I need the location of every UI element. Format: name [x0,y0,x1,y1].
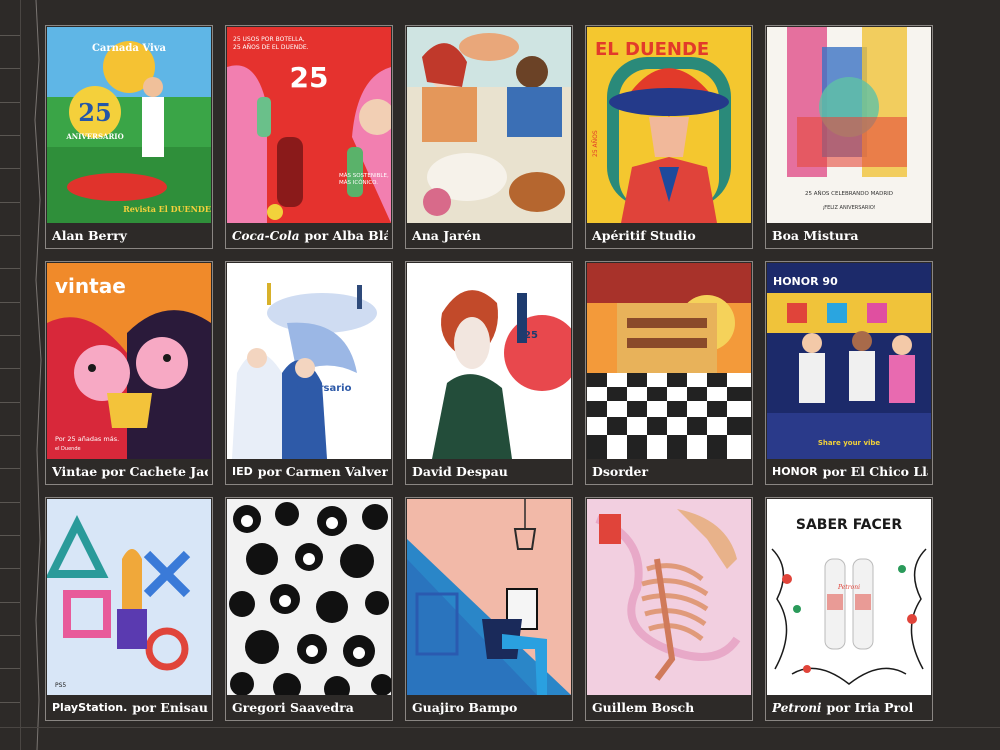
art-title: Carnada Viva [92,43,167,54]
poster-image: SABER FACER Petroni [767,499,931,695]
art-line-1: 25 AÑOS CELEBRANDO MADRID [805,190,893,197]
artist-name: David Despau [412,464,508,479]
divider-line [0,727,1000,728]
artist-name: Apéritif Studio [592,228,696,243]
art-slogan: Share your vibe [818,439,881,447]
artist-name: por Alba Blázquez [304,228,388,243]
poster-image: 25 [407,263,571,459]
artist-name: Boa Mistura [772,228,859,243]
art-subtitle: 25 AÑOS [592,130,599,157]
poster-card[interactable]: 25 AÑOS CELEBRANDO MADRID ¡FELIZ ANIVERS… [765,25,933,249]
poster-image: EL DUENDE 25 AÑOS [587,27,751,223]
art-line-2: ¡FELIZ ANIVERSARIO! [822,205,876,211]
artist-name: por Carmen Valverde [257,464,388,479]
poster-image [587,263,751,459]
poster-image: PS5 [47,499,211,695]
artist-name: Guajiro Bampo [412,700,518,715]
art-brand: Revista El DUENDE [123,204,211,214]
ied-logo: IED [232,465,253,478]
petroni-logo: Petroni [772,700,822,715]
artist-name: Dsorder [592,464,649,479]
poster-card[interactable]: PS5 PlayStation. por Enisaurus [45,497,213,721]
side-ruler [0,0,21,750]
poster-image: Carnada Viva 25 ANIVERSARIO Revista El D… [47,27,211,223]
art-number: 25 [524,330,538,341]
art-title: vintae [55,274,126,298]
poster-card[interactable]: 25 David Despau [405,261,573,485]
artist-name: Gregori Saavedra [232,700,354,715]
poster-image: HONOR 90 Share your vibe [767,263,931,459]
artist-name: Ana Jarén [412,228,481,243]
torn-paper-edge [34,0,42,750]
poster-image [587,499,751,695]
poster-card[interactable]: Gregori Saavedra [225,497,393,721]
art-console: PS5 [55,682,66,689]
art-title: HONOR 90 [773,275,838,288]
art-bottle-label: Petroni [837,584,860,591]
poster-image: Aniversario [227,263,391,459]
poster-image [407,499,571,695]
art-line-1: Por 25 añadas más. [55,435,119,443]
art-title: SABER FACER [796,517,902,533]
poster-card[interactable]: vintae Por 25 añadas más. el Duende Vint… [45,261,213,485]
art-line-2: el Duende [55,446,81,452]
art-number: 25 [78,98,111,127]
artist-name: por El Chico Llama [822,464,928,479]
artist-name: Guillem Bosch [592,700,695,715]
poster-card[interactable]: Aniversario IED por Carmen Valverde [225,261,393,485]
art-line-4: MÁS ICÓNICO. [339,179,378,186]
poster-image [407,27,571,223]
poster-image: 25 AÑOS CELEBRANDO MADRID ¡FELIZ ANIVERS… [767,27,931,223]
artist-name: Alan Berry [52,228,127,243]
poster-card[interactable]: 25 USOS POR BOTELLA, 25 AÑOS DE EL DUEND… [225,25,393,249]
playstation-logo: PlayStation. [52,701,128,714]
poster-card[interactable]: EL DUENDE 25 AÑOS Apéritif Studio [585,25,753,249]
artist-name: por Enisaurus [132,700,208,715]
art-line-2: 25 AÑOS DE EL DUENDE. [233,44,309,51]
poster-card[interactable]: Ana Jarén [405,25,573,249]
poster-card[interactable]: SABER FACER Petroni Petroni por Iria Prol [765,497,933,721]
poster-card[interactable]: HONOR 90 Share your vibe HONOR por El Chi… [765,261,933,485]
poster-image: 25 USOS POR BOTELLA, 25 AÑOS DE EL DUEND… [227,27,391,223]
art-title: Aniversario [287,383,352,394]
poster-card[interactable]: Guillem Bosch [585,497,753,721]
art-subtitle: ANIVERSARIO [65,132,123,141]
poster-card[interactable]: Guajiro Bampo [405,497,573,721]
art-number: 25 [290,61,329,94]
poster-image: vintae Por 25 añadas más. el Duende [47,263,211,459]
artist-name: Vintae por Cachete Jack [52,464,208,479]
art-title: EL DUENDE [595,39,709,60]
art-line-3: MÁS SOSTENIBLE, [339,172,389,179]
artist-name: por Iria Prol [826,700,914,715]
poster-image [227,499,391,695]
poster-card[interactable]: Carnada Viva 25 ANIVERSARIO Revista El D… [45,25,213,249]
honor-logo: HONOR [772,465,818,478]
cocacola-logo: Coca-Cola [232,228,300,243]
art-line-1: 25 USOS POR BOTELLA, [233,36,305,43]
poster-card[interactable]: Dsorder [585,261,753,485]
